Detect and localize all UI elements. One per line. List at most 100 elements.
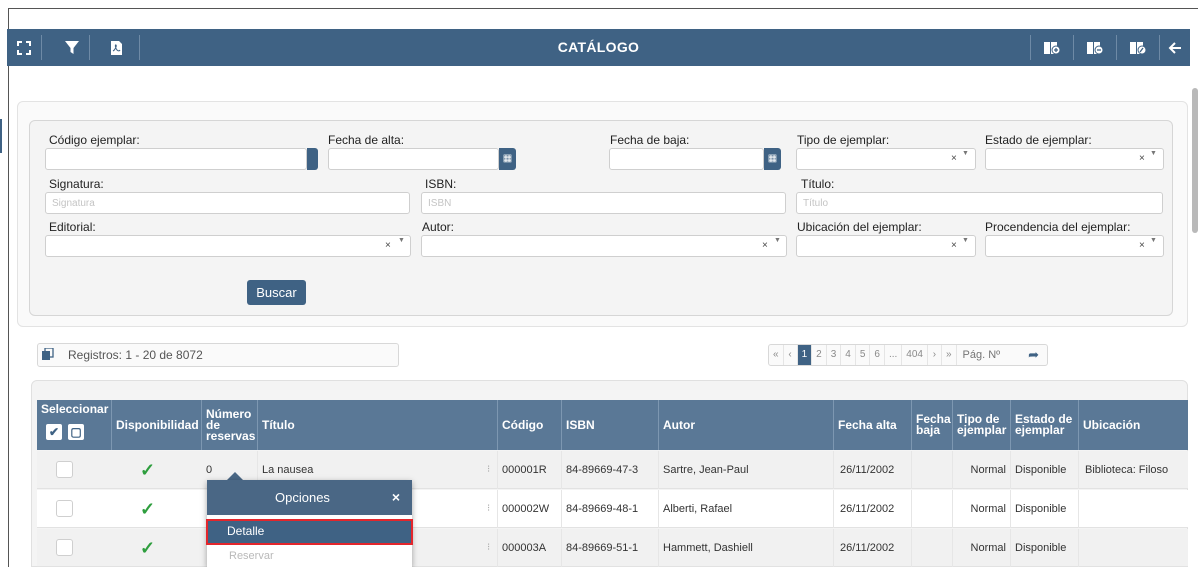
cell-codigo: 000003A [498, 529, 562, 567]
deselect-all-checkbox[interactable]: ▢ [68, 424, 84, 440]
estado-ejemplar-select[interactable] [985, 148, 1164, 170]
signatura-input[interactable] [45, 192, 410, 214]
cell-ubicacion [1079, 529, 1188, 567]
cell-codigo: 000002W [498, 490, 562, 528]
filter-icon[interactable] [55, 29, 89, 66]
cell-estado: Disponible [1011, 451, 1079, 489]
isbn-input[interactable] [421, 192, 786, 214]
col-seleccionar-label: Seleccionar [41, 402, 109, 416]
titulo-input[interactable] [796, 192, 1163, 214]
col-ubicacion[interactable]: Ubicación [1079, 400, 1188, 450]
toolbar-divider [89, 35, 90, 60]
pdf-icon[interactable] [101, 29, 131, 66]
col-num-reservas[interactable]: Número de reservas [202, 400, 258, 450]
chevron-down-icon[interactable]: ▼ [1150, 237, 1157, 244]
ubicacion-select[interactable] [796, 235, 976, 257]
col-fecha-alta[interactable]: Fecha alta [834, 400, 912, 450]
page-number-input[interactable] [956, 345, 1021, 365]
row-options-icon[interactable]: ⁝ [487, 529, 490, 567]
col-isbn[interactable]: ISBN [562, 400, 659, 450]
cell-isbn: 84-89669-48-1 [562, 490, 659, 528]
first-page-button[interactable]: « [769, 345, 784, 365]
cell-tipo: Normal [953, 490, 1011, 528]
row-checkbox[interactable] [56, 539, 73, 556]
col-codigo[interactable]: Código [498, 400, 562, 450]
clear-icon[interactable]: × [385, 240, 391, 251]
titulo-label: Título: [801, 177, 835, 191]
tipo-ejemplar-select[interactable] [796, 148, 976, 170]
vertical-scrollbar[interactable] [1192, 88, 1198, 233]
fecha-baja-input[interactable] [609, 148, 764, 170]
prev-page-button[interactable]: ‹ [784, 345, 798, 365]
records-count: Registros: 1 - 20 de 8072 [37, 343, 399, 367]
expand-icon[interactable] [7, 29, 41, 66]
clear-icon[interactable]: × [1139, 240, 1145, 251]
tipo-ejemplar-label: Tipo de ejemplar: [797, 133, 890, 147]
codigo-ejemplar-input[interactable] [45, 148, 307, 170]
ubicacion-label: Ubicación del ejemplar: [797, 220, 922, 234]
left-edge-marker [0, 119, 2, 153]
back-arrow-icon[interactable] [1160, 29, 1190, 66]
page-button[interactable]: 2 [812, 345, 827, 365]
row-options-icon[interactable]: ⁝ [487, 490, 490, 528]
fecha-baja-label: Fecha de baja: [610, 133, 690, 147]
page-button[interactable]: 1 [797, 345, 813, 365]
col-estado-ejemplar[interactable]: Estado de ejemplar [1011, 400, 1079, 450]
page-button[interactable]: 4 [841, 345, 856, 365]
row-options-icon[interactable]: ⁝ [487, 451, 490, 489]
clear-icon[interactable]: × [762, 240, 768, 251]
chevron-down-icon[interactable]: ▼ [1150, 150, 1157, 157]
menu-item-detalle[interactable]: Detalle [206, 519, 413, 545]
available-check-icon: ✓ [140, 460, 156, 480]
col-titulo[interactable]: Título [258, 400, 498, 450]
page-button[interactable]: 6 [870, 345, 885, 365]
col-tipo-ejemplar[interactable]: Tipo de ejemplar [953, 400, 1011, 450]
row-checkbox[interactable] [56, 500, 73, 517]
book-remove-icon[interactable] [1074, 29, 1116, 66]
editorial-select[interactable] [45, 235, 411, 257]
select-all-checkbox[interactable]: ✔ [46, 424, 62, 440]
page-button[interactable]: 404 [902, 345, 928, 365]
page-ellipsis: ... [885, 345, 903, 365]
clear-icon[interactable]: × [951, 153, 957, 164]
pagination: « ‹ 1 2 3 4 5 6 ... 404 › » ➦ [768, 344, 1048, 366]
search-button[interactable]: Buscar [247, 280, 306, 305]
col-fecha-baja[interactable]: Fecha baja [912, 400, 953, 450]
next-page-button[interactable]: › [928, 345, 942, 365]
col-disponibilidad[interactable]: Disponibilidad [112, 400, 202, 450]
col-autor[interactable]: Autor [659, 400, 834, 450]
clear-icon[interactable]: × [1139, 153, 1145, 164]
fecha-alta-input[interactable] [328, 148, 499, 170]
chevron-down-icon[interactable]: ▼ [774, 237, 781, 244]
clear-icon[interactable]: × [951, 240, 957, 251]
last-page-button[interactable]: » [942, 345, 957, 365]
book-edit-icon[interactable] [1117, 29, 1159, 66]
cell-fecha-alta: 26/11/2002 [834, 529, 912, 567]
estado-ejemplar-label: Estado de ejemplar: [985, 133, 1092, 147]
col-fecha-baja-label-2: baja [916, 423, 941, 437]
go-page-icon[interactable]: ➦ [1021, 345, 1047, 365]
calendar-icon[interactable]: ▦ [764, 148, 781, 170]
close-icon[interactable]: × [392, 480, 400, 515]
chevron-down-icon[interactable]: ▼ [962, 150, 969, 157]
procedencia-label: Procendencia del ejemplar: [985, 220, 1131, 234]
row-checkbox[interactable] [56, 461, 73, 478]
copy-icon[interactable] [42, 347, 54, 363]
menu-item-reservar[interactable]: Reservar [207, 545, 412, 567]
chevron-down-icon[interactable]: ▼ [398, 237, 405, 244]
cell-estado: Disponible [1011, 490, 1079, 528]
cell-autor: Hammett, Dashiell [659, 529, 834, 567]
codigo-ejemplar-addon[interactable] [307, 148, 318, 170]
isbn-label: ISBN: [425, 177, 457, 191]
chevron-down-icon[interactable]: ▼ [962, 237, 969, 244]
page-button[interactable]: 5 [856, 345, 871, 365]
page-button[interactable]: 3 [827, 345, 842, 365]
book-add-icon[interactable] [1031, 29, 1073, 66]
toolbar-divider [41, 35, 42, 60]
signatura-label: Signatura: [49, 177, 104, 191]
col-tipo-label-2: ejemplar [957, 423, 1007, 437]
procedencia-select[interactable] [985, 235, 1164, 257]
calendar-icon[interactable]: ▦ [499, 148, 516, 170]
codigo-ejemplar-label: Código ejemplar: [49, 133, 140, 147]
autor-select[interactable] [421, 235, 787, 257]
